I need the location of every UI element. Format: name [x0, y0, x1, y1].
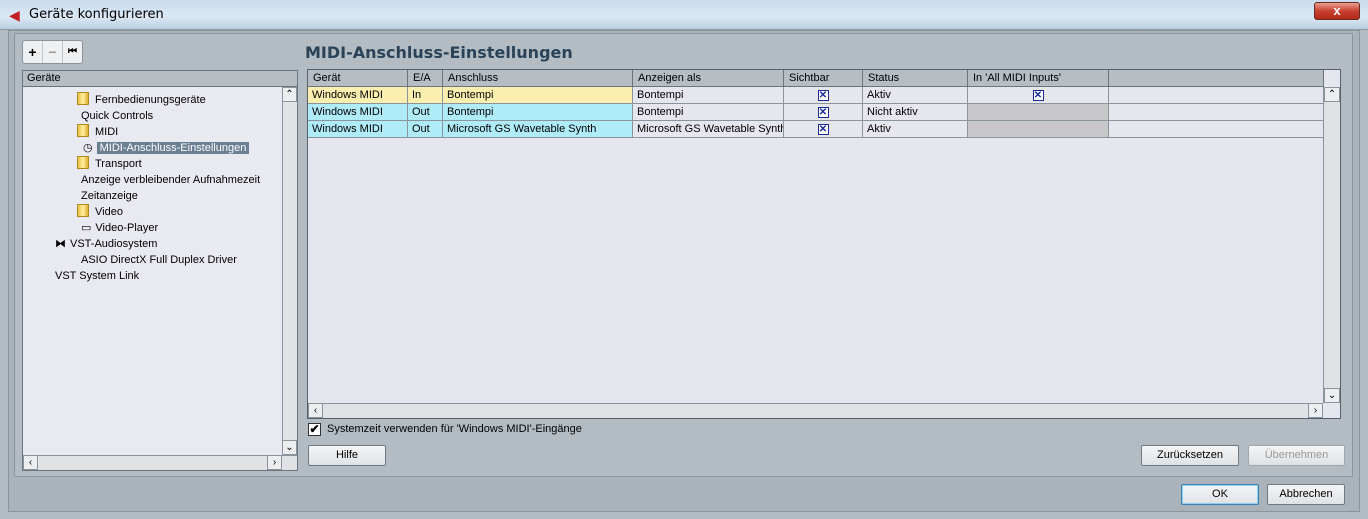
video-icon: ▭ — [81, 222, 92, 234]
table-cell-show_as[interactable]: Bontempi — [633, 104, 784, 121]
table-cell-show_as[interactable]: Microsoft GS Wavetable Synth — [633, 121, 784, 138]
column-header[interactable]: Anzeigen als — [633, 70, 784, 87]
table-cell-device[interactable]: Windows MIDI — [308, 104, 408, 121]
table-vertical-scrollbar[interactable]: ⌃ ⌄ — [1323, 87, 1340, 403]
tree-toolbar: + − ⏮ — [22, 40, 83, 64]
device-tree: Geräte Fernbedienungsgeräte Quick Control… — [22, 70, 298, 471]
tree-item[interactable]: VST System Link — [55, 268, 139, 284]
reset-button[interactable]: Zurücksetzen — [1141, 445, 1239, 466]
help-button[interactable]: Hilfe — [308, 445, 386, 466]
tree-item[interactable]: ◷ MIDI-Anschluss-Einstellungen — [83, 140, 250, 156]
systime-label: Systemzeit verwenden für 'Windows MIDI'-… — [327, 423, 582, 435]
scroll-right-icon[interactable]: › — [267, 455, 282, 470]
tree-item-label: Fernbedienungsgeräte — [95, 94, 206, 106]
checkbox[interactable]: ✕ — [1032, 90, 1044, 101]
column-header[interactable]: E/A — [408, 70, 443, 87]
tree-vertical-scrollbar[interactable]: ⌃ ⌄ — [282, 87, 297, 455]
tree-horizontal-scrollbar[interactable]: ‹ › — [23, 455, 297, 470]
systime-checkbox[interactable]: ✔ — [308, 423, 321, 436]
table-cell-port[interactable]: Bontempi — [443, 104, 633, 121]
tree-item-label: Video-Player — [95, 222, 159, 234]
tree-item-label: VST System Link — [55, 270, 140, 282]
table-cell-device[interactable]: Windows MIDI — [308, 87, 408, 104]
tree-item[interactable]: Transport — [77, 156, 142, 172]
vst-icon: ⧓ — [55, 238, 66, 250]
table-cell-device[interactable]: Windows MIDI — [308, 121, 408, 138]
table-cell-port[interactable]: Microsoft GS Wavetable Synth — [443, 121, 633, 138]
tree-item-label: Quick Controls — [81, 110, 154, 122]
tree-item[interactable]: Quick Controls — [81, 108, 153, 124]
tree-item[interactable]: Zeitanzeige — [81, 188, 138, 204]
tree-item[interactable]: Anzeige verbleibender Aufnahmezeit — [81, 172, 260, 188]
scroll-left-icon[interactable]: ‹ — [23, 455, 38, 470]
visible-checkbox-cell[interactable]: ✕ — [784, 121, 863, 138]
cancel-button[interactable]: Abbrechen — [1267, 484, 1345, 505]
table-cell-status[interactable]: Aktiv — [863, 121, 968, 138]
close-button[interactable]: x — [1314, 2, 1360, 20]
scroll-down-icon[interactable]: ⌄ — [282, 440, 297, 455]
tree-item[interactable]: MIDI — [77, 124, 118, 140]
apply-button[interactable]: Übernehmen — [1248, 445, 1345, 466]
all-inputs-checkbox-cell[interactable]: ✕ — [968, 87, 1109, 104]
checkbox[interactable]: ✕ — [817, 124, 829, 135]
table-cell-port[interactable]: Bontempi — [443, 87, 633, 104]
checkbox[interactable]: ✕ — [817, 90, 829, 101]
table-cell-status[interactable]: Aktiv — [863, 87, 968, 104]
disabled-cell[interactable] — [968, 121, 1109, 138]
tree-item[interactable]: ⧓ VST-Audiosystem — [55, 236, 157, 252]
tree-item-label: Zeitanzeige — [81, 190, 138, 202]
table-cell-io[interactable]: In — [408, 87, 443, 104]
table-horizontal-scrollbar[interactable]: ‹ › — [308, 403, 1323, 418]
table-cell-empty[interactable] — [1109, 121, 1324, 138]
midi-port-table: Gerät E/A Anschluss Anzeigen als Sichtbar Sta… — [307, 69, 1341, 419]
midi-icon: ◷ — [83, 142, 93, 154]
table-cell-io[interactable]: Out — [408, 121, 443, 138]
window-title: Geräte konfigurieren — [29, 7, 164, 22]
folder-icon — [77, 156, 89, 169]
tree-item[interactable]: ASIO DirectX Full Duplex Driver — [81, 252, 237, 268]
visible-checkbox-cell[interactable]: ✕ — [784, 87, 863, 104]
folder-icon — [77, 204, 89, 217]
tree-item-label: Video — [95, 206, 123, 218]
tree-header: Geräte — [23, 71, 297, 87]
column-header[interactable]: Status — [863, 70, 968, 87]
column-header[interactable]: Sichtbar — [784, 70, 863, 87]
visible-checkbox-cell[interactable]: ✕ — [784, 104, 863, 121]
add-device-button[interactable]: + — [23, 41, 43, 63]
scroll-right-icon[interactable]: › — [1308, 403, 1323, 418]
folder-icon — [77, 92, 89, 105]
column-header[interactable]: In 'All MIDI Inputs' — [968, 70, 1109, 87]
table-cell-io[interactable]: Out — [408, 104, 443, 121]
tree-item-label: Anzeige verbleibender Aufnahmezeit — [81, 174, 261, 186]
tree-item-label: MIDI — [95, 126, 119, 138]
scroll-up-icon[interactable]: ⌃ — [282, 87, 297, 102]
column-header[interactable]: Gerät — [308, 70, 408, 87]
tree-item-label: VST-Audiosystem — [70, 238, 158, 250]
table-cell-empty[interactable] — [1109, 87, 1324, 104]
checkbox[interactable]: ✕ — [817, 107, 829, 118]
reset-device-button[interactable]: ⏮ — [63, 41, 82, 63]
scroll-down-icon[interactable]: ⌄ — [1324, 388, 1340, 403]
column-header[interactable] — [1109, 70, 1324, 87]
ok-button[interactable]: OK — [1181, 484, 1259, 505]
tree-item[interactable]: Fernbedienungsgeräte — [77, 92, 206, 108]
disabled-cell[interactable] — [968, 104, 1109, 121]
folder-icon — [77, 124, 89, 137]
table-cell-status[interactable]: Nicht aktiv — [863, 104, 968, 121]
column-header[interactable]: Anschluss — [443, 70, 633, 87]
tree-item-label: Transport — [95, 158, 142, 170]
table-cell-empty[interactable] — [1109, 104, 1324, 121]
page-title: MIDI-Anschluss-Einstellungen — [305, 43, 573, 62]
tree-item-label: ASIO DirectX Full Duplex Driver — [81, 254, 237, 266]
tree-item[interactable]: Video — [77, 204, 123, 220]
remove-device-button[interactable]: − — [43, 41, 63, 63]
title-bar: ◀ Geräte konfigurieren x — [0, 0, 1368, 30]
tree-item[interactable]: ▭ Video-Player — [81, 220, 158, 236]
table-cell-show_as[interactable]: Bontempi — [633, 87, 784, 104]
scroll-up-icon[interactable]: ⌃ — [1324, 87, 1340, 102]
tree-item-label: MIDI-Anschluss-Einstellungen — [96, 142, 250, 154]
app-logo-icon: ◀ — [9, 7, 20, 23]
scroll-left-icon[interactable]: ‹ — [308, 403, 323, 418]
